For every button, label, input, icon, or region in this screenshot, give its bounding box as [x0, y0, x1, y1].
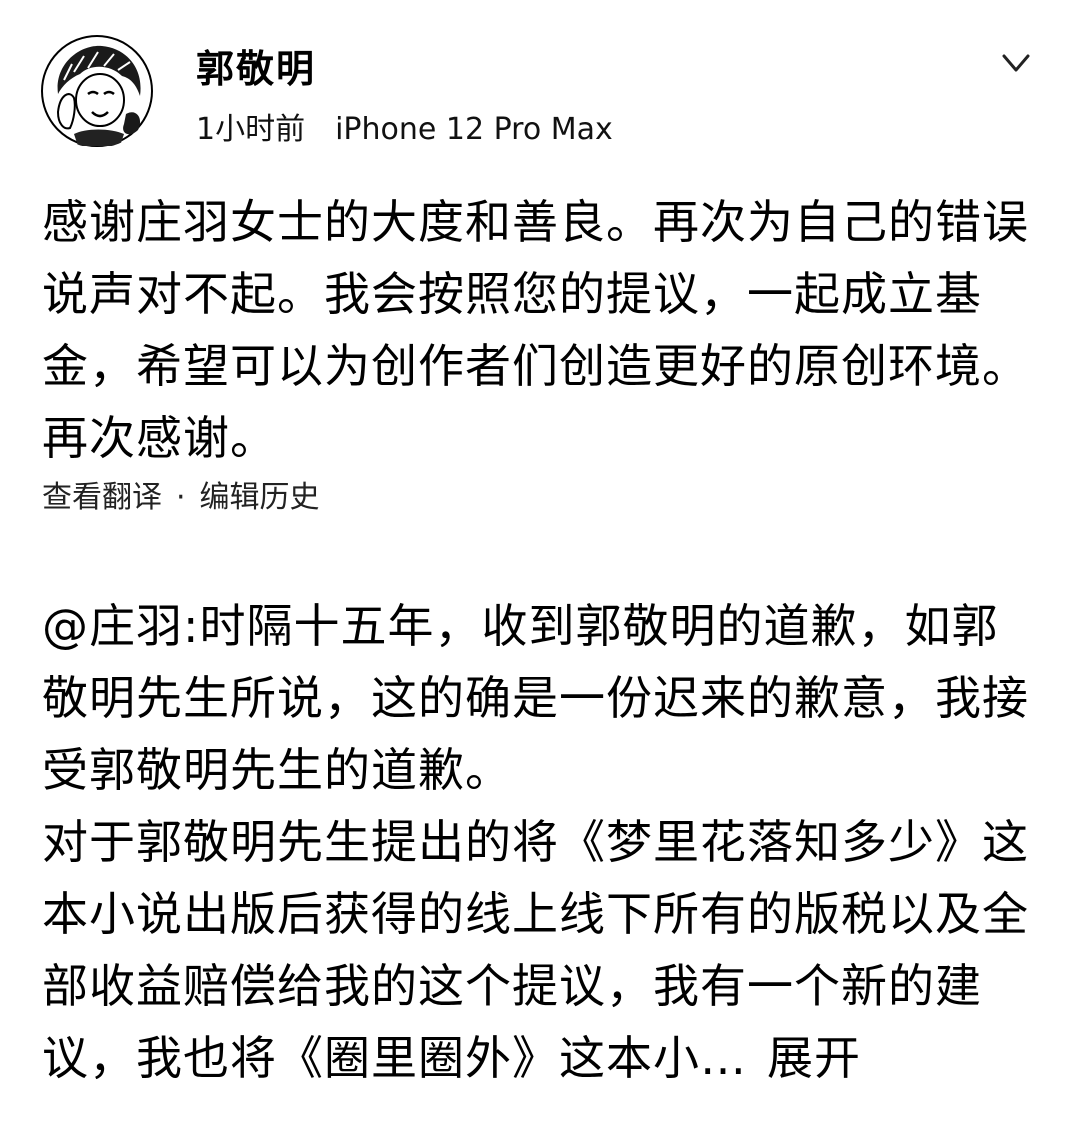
quoted-text-truncated: 对于郭敬明先生提出的将《梦里花落知多少》这本小说出版后获得的线上线下所有的版税以… [42, 815, 1029, 1085]
post-device: iPhone 12 Pro Max [335, 112, 613, 147]
chevron-down-icon [1002, 54, 1030, 72]
post-time: 1小时前 [196, 112, 306, 147]
action-separator: · [176, 480, 186, 515]
view-translation-link[interactable]: 查看翻译 [42, 480, 162, 515]
quoted-text-paragraph: @庄羽:时隔十五年，收到郭敬明的道歉，如郭敬明先生所说，这的确是一份迟来的歉意，… [42, 599, 1029, 797]
avatar[interactable] [40, 34, 154, 148]
post-actions: 查看翻译 · 编辑历史 [42, 478, 320, 518]
more-options-button[interactable] [990, 44, 1042, 84]
expand-link[interactable]: 展开 [767, 1031, 861, 1085]
avatar-image [41, 35, 153, 147]
post-meta: 1小时前 iPhone 12 Pro Max [196, 110, 613, 150]
edit-history-link[interactable]: 编辑历史 [200, 480, 320, 515]
quoted-post[interactable]: @庄羽:时隔十五年，收到郭敬明的道歉，如郭敬明先生所说，这的确是一份迟来的歉意，… [42, 590, 1042, 1094]
post-text: 感谢庄羽女士的大度和善良。再次为自己的错误说声对不起。我会按照您的提议，一起成立… [42, 195, 1029, 465]
author-name[interactable]: 郭敬明 [196, 44, 316, 94]
post-header: 郭敬明 1小时前 iPhone 12 Pro Max [0, 0, 1079, 160]
quoted-text-paragraph-2: 对于郭敬明先生提出的将《梦里花落知多少》这本小说出版后获得的线上线下所有的版税以… [42, 806, 1042, 1094]
